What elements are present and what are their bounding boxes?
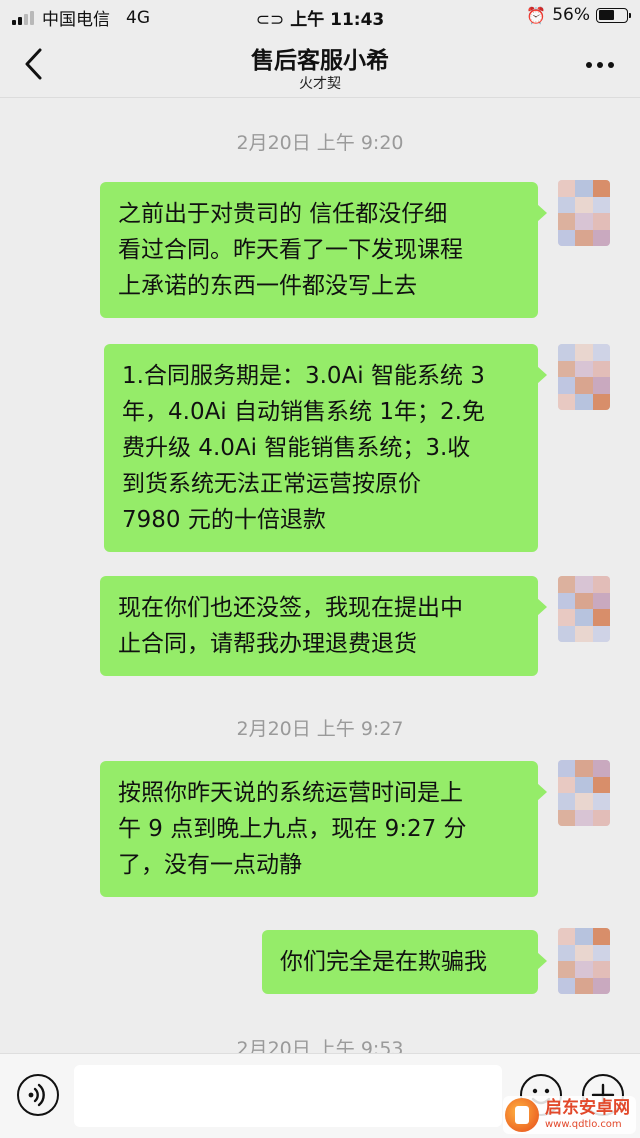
avatar[interactable] (558, 760, 610, 826)
battery-label: 56% (552, 5, 590, 25)
avatar[interactable] (558, 928, 610, 994)
status-right: ⏰ 56% (526, 5, 631, 25)
message-line: 7980 元的十倍退款 (122, 507, 326, 533)
more-icon[interactable] (586, 62, 614, 68)
timestamp: 2月20日 上午 9:27 (236, 718, 404, 740)
avatar[interactable] (558, 576, 610, 642)
message-bubble[interactable]: 之前出于对贵司的 信任都没仔细 看过合同。昨天看了一下发现课程 上承诺的东西一件… (100, 182, 547, 318)
timestamp: 2月20日 上午 9:20 (236, 132, 404, 154)
message-line: 你们完全是在欺骗我 (280, 949, 487, 975)
watermark-url: www.qdtlo.com (545, 1119, 622, 1130)
message-bubble[interactable]: 你们完全是在欺骗我 (262, 930, 547, 994)
message-bubble[interactable]: 1.合同服务期是：3.0Ai 智能系统 3 年，4.0Ai 自动销售系统 1年；… (104, 344, 547, 552)
link-icon: ⊂⊃ (255, 10, 285, 30)
status-bar: 中国电信 4G ⊂⊃ 上午 11:43 ⏰ 56% (0, 0, 640, 32)
avatar[interactable] (558, 180, 610, 246)
message-line: 费升级 4.0Ai 智能销售系统；3.收 (122, 435, 471, 461)
battery-icon (596, 7, 631, 23)
message-line: 按照你昨天说的系统运营时间是上 (118, 780, 463, 806)
clock-label: 上午 11:43 (290, 10, 385, 30)
chat-subtitle: 火才契 (299, 76, 341, 92)
message-line: 止合同，请帮我办理退费退货 (118, 631, 417, 657)
alarm-icon: ⏰ (526, 5, 547, 25)
watermark-name: 启东安卓网 (545, 1098, 630, 1118)
message-input[interactable] (74, 1065, 502, 1127)
chat-area[interactable]: 2月20日 上午 9:20 之前出于对贵司的 信任都没仔细 看过合同。昨天看了一… (0, 98, 640, 1053)
message-line: 上承诺的东西一件都没写上去 (118, 273, 417, 299)
message-line: 之前出于对贵司的 信任都没仔细 (118, 201, 448, 227)
message-line: 1.合同服务期是：3.0Ai 智能系统 3 (122, 363, 485, 389)
message-line: 午 9 点到晚上九点，现在 9:27 分 (118, 816, 467, 842)
message-bubble[interactable]: 按照你昨天说的系统运营时间是上 午 9 点到晚上九点，现在 9:27 分 了，没… (100, 761, 547, 897)
battery-fill (598, 10, 614, 20)
message-line: 看过合同。昨天看了一下发现课程 (118, 237, 463, 263)
chat-title: 售后客服小希 (251, 48, 389, 74)
voice-icon[interactable] (17, 1074, 59, 1116)
timestamp: 2月20日 上午 9:53 (236, 1038, 404, 1053)
message-line: 到货系统无法正常运营按原价 (122, 471, 421, 497)
chat-header: 售后客服小希 火才契 (0, 32, 640, 98)
avatar[interactable] (558, 344, 610, 410)
watermark-logo-icon (505, 1098, 539, 1132)
watermark: 启东安卓网 www.qdtlo.com (503, 1096, 636, 1134)
message-line: 了，没有一点动静 (118, 852, 302, 878)
message-line: 现在你们也还没签，我现在提出中 (118, 595, 463, 621)
message-bubble[interactable]: 现在你们也还没签，我现在提出中 止合同，请帮我办理退费退货 (100, 576, 547, 676)
message-line: 年，4.0Ai 自动销售系统 1年；2.免 (122, 399, 485, 425)
watermark-text: 启东安卓网 www.qdtlo.com (545, 1100, 630, 1130)
